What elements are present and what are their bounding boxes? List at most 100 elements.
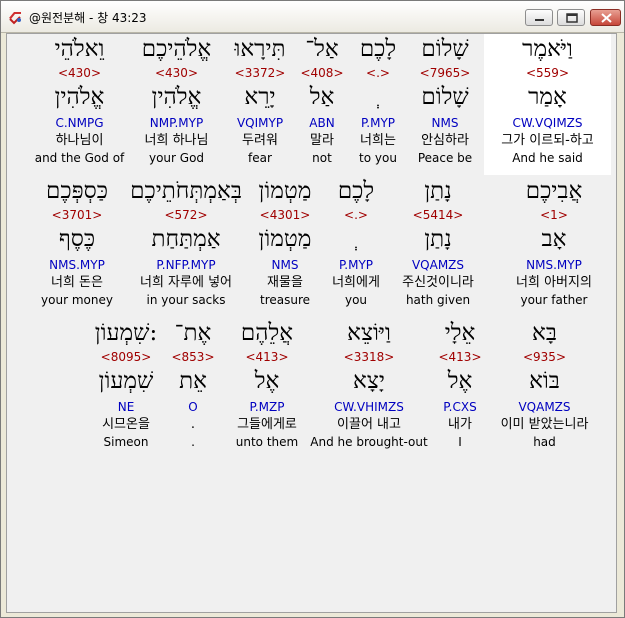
strong-number[interactable]: <3701> — [32, 207, 122, 223]
strong-number[interactable]: <.> — [322, 207, 390, 223]
hebrew-word: שָׁלוֹם — [421, 36, 469, 62]
hebrew-word: מַטְמוֹן — [258, 178, 312, 204]
hebrew-word: לָכֶם — [337, 178, 375, 204]
strong-number[interactable]: <7965> — [409, 65, 481, 81]
word-cell[interactable]: וַיֹּאמֶר <559> אָמַר CW.VQIMZS 그가 이르되-하… — [484, 34, 611, 175]
maximize-button[interactable] — [557, 9, 585, 26]
parsing-code: NMS.MYP — [49, 258, 105, 272]
strong-number[interactable]: <413> — [229, 349, 305, 365]
hebrew-word: אֵלָי — [444, 320, 476, 346]
parsing-code: C.NMPG — [55, 116, 104, 130]
hebrew-word: אֶת־ — [174, 320, 212, 346]
strong-number[interactable]: <3318> — [309, 349, 429, 365]
root-word: אָמַר — [528, 84, 567, 110]
word-cell[interactable]: אַל־ <408> אַל ABN 말라 not — [297, 34, 347, 175]
app-logo-icon — [7, 9, 23, 25]
word-cell[interactable]: מַטְמוֹן <4301> מַטְמוֹן NMS 재물을 treasur… — [250, 176, 320, 317]
strong-number[interactable]: <430> — [130, 65, 223, 81]
strong-number[interactable]: <.> — [349, 65, 407, 81]
korean-gloss: 너희 아버지의 — [516, 275, 592, 290]
title-bar[interactable]: @원전분해 - 창 43:23 — [1, 1, 624, 33]
korean-gloss: . — [190, 417, 196, 432]
parsing-code: NMS.MYP — [526, 258, 582, 272]
hebrew-word: אֱלֹהֵיכֶם — [141, 36, 212, 62]
parsing-code: P.MYP — [360, 116, 396, 130]
strong-number[interactable]: <853> — [169, 349, 217, 365]
word-cell[interactable]: שִׁמְעוֹן: <8095> שִׁמְעוֹן NE 시므온을 Sime… — [87, 318, 165, 459]
root-word: שָׁלוֹם — [421, 84, 469, 110]
parsing-code: P.MZP — [249, 400, 285, 414]
hebrew-word: בָּא — [532, 320, 557, 346]
parsing-code: NE — [117, 400, 135, 414]
word-cell[interactable]: אֵלָי <413> אֶל P.CXS 내가 I — [432, 318, 488, 459]
hebrew-word: שִׁמְעוֹן: — [94, 320, 158, 346]
korean-gloss: 두려워 — [242, 133, 278, 148]
word-cell[interactable]: וַיּוֹצֵא <3318> יָצָא CW.VHIMZS 이끌어 내고 … — [309, 318, 429, 459]
word-cell[interactable]: וֵאלֹהֵי <430> אֱלֹהִין C.NMPG 하나님이 and … — [32, 34, 127, 175]
root-word: אֶל — [254, 368, 280, 394]
english-gloss: Simeon — [103, 435, 149, 449]
korean-gloss: 주신것이니라 — [402, 275, 474, 290]
korean-gloss: 안심하라 — [421, 133, 469, 148]
korean-gloss: 너희 돈은 — [51, 275, 103, 290]
parsing-code: P.MYP — [338, 258, 374, 272]
korean-gloss: 너희 자루에 넣어 — [140, 275, 232, 290]
strong-number[interactable]: <408> — [297, 65, 347, 81]
word-cell[interactable]: אֲבִיכֶם <1> אָב NMS.MYP 너희 아버지의 your fa… — [504, 176, 604, 317]
root-word: אֵת — [179, 368, 207, 394]
korean-gloss: 내가 — [448, 417, 472, 432]
word-cell[interactable]: בְּאַמְתְּחֹתֵיכֶם <572> אַמְתַּחַת P.NF… — [124, 176, 248, 317]
word-cell[interactable]: אֱלֹהֵיכֶם <430> אֱלֹהִין NMP.MYP 너희 하나님… — [130, 34, 223, 175]
parsing-code: P.NFP.MYP — [156, 258, 216, 272]
parsing-code: CW.VHIMZS — [334, 400, 404, 414]
word-cell[interactable]: אֶת־ <853> אֵת O . . — [169, 318, 217, 459]
english-gloss: you — [344, 293, 368, 307]
root-word: יָרֵא — [244, 84, 276, 110]
root-word: יָצָא — [353, 368, 385, 394]
korean-gloss: 재물을 — [267, 275, 303, 290]
root-word: אַל — [309, 84, 335, 110]
root-word: אָב — [541, 226, 567, 252]
strong-number[interactable]: <413> — [432, 349, 488, 365]
strong-number[interactable]: <3372> — [226, 65, 294, 81]
strong-number[interactable]: <8095> — [87, 349, 165, 365]
word-cell[interactable]: שָׁלוֹם <7965> שָׁלוֹם NMS 안심하라 Peace be — [409, 34, 481, 175]
word-cell[interactable]: בָּא <935> בּוֹא VQAMZS 이미 받았는니라 had — [492, 318, 597, 459]
strong-number[interactable]: <430> — [32, 65, 127, 81]
korean-gloss: 말라 — [310, 133, 334, 148]
word-cell[interactable]: תִּירָאוּ <3372> יָרֵא VQIMYP 두려워 fear — [226, 34, 294, 175]
korean-gloss: 그들에게로 — [237, 417, 297, 432]
root-word: כֶּסֶף — [58, 226, 96, 252]
hebrew-word: וַיֹּאמֶר — [522, 36, 573, 62]
word-cell[interactable]: לָכֶם <.> ְ P.MYP 너희에게 you — [322, 176, 390, 317]
parsing-code: NMS — [431, 116, 459, 130]
word-cell[interactable]: כַּסְפְּכֶם <3701> כֶּסֶף NMS.MYP 너희 돈은 … — [32, 176, 122, 317]
english-gloss: not — [312, 151, 332, 165]
analysis-panel: וַיֹּאמֶר <559> אָמַר CW.VQIMZS 그가 이르되-하… — [6, 33, 617, 613]
english-gloss: I — [458, 435, 462, 449]
strong-number[interactable]: <1> — [504, 207, 604, 223]
parsing-code: NMS — [271, 258, 299, 272]
root-word: בּוֹא — [529, 368, 560, 394]
strong-number[interactable]: <4301> — [250, 207, 320, 223]
minimize-button[interactable] — [525, 9, 553, 26]
root-word: אֱלֹהִין — [54, 84, 105, 110]
strong-number[interactable]: <5414> — [392, 207, 484, 223]
close-button[interactable] — [590, 9, 621, 26]
english-gloss: hath given — [405, 293, 471, 307]
word-cell[interactable]: נָתַן <5414> נָתַן VQAMZS 주신것이니라 hath gi… — [392, 176, 484, 317]
english-gloss: your father — [520, 293, 588, 307]
parsing-code: VQAMZS — [411, 258, 465, 272]
word-cell[interactable]: אֲלֵהֶם <413> אֶל P.MZP 그들에게로 unto them — [229, 318, 305, 459]
english-gloss: in your sacks — [146, 293, 226, 307]
korean-gloss: 너희 하나님 — [144, 133, 209, 148]
strong-number[interactable]: <559> — [484, 65, 611, 81]
word-cell[interactable]: לָכֶם <.> ְ P.MYP 너희는 to you — [349, 34, 407, 175]
app-window: @원전분해 - 창 43:23 וַיֹּאמֶר <559> אָמַר CW… — [0, 0, 625, 618]
strong-number[interactable]: <572> — [124, 207, 248, 223]
strong-number[interactable]: <935> — [492, 349, 597, 365]
korean-gloss: 이끌어 내고 — [337, 417, 401, 432]
root-word: ְ — [322, 223, 390, 255]
english-gloss: And he brought-out — [310, 435, 428, 449]
hebrew-word: וַיּוֹצֵא — [347, 320, 391, 346]
